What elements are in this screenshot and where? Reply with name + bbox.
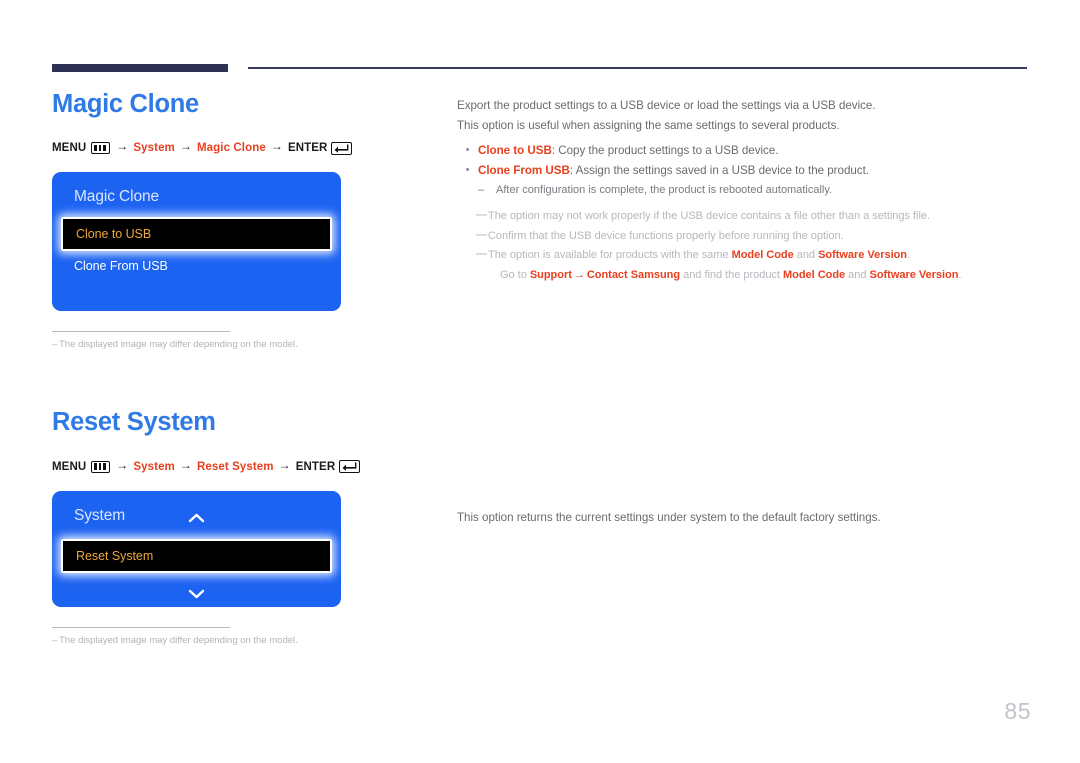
chevron-down-icon[interactable] — [52, 587, 341, 603]
breadcrumb-magic-clone: MENU → System → Magic Clone → ENTER — [52, 139, 442, 155]
line2-middle: and find the product — [680, 268, 783, 281]
term-software-version-2: Software Version — [869, 268, 959, 281]
footnote-text-row: – The displayed image may differ dependin… — [52, 635, 298, 647]
osd-row-list: Clone to USB Clone From USB — [52, 216, 341, 281]
menu-grid-icon — [91, 460, 111, 473]
menu-grid-icon — [91, 142, 111, 155]
header-rule-thin — [248, 67, 1027, 69]
breadcrumb-path-system[interactable]: System — [133, 461, 175, 473]
line2-and: and — [845, 268, 870, 281]
bullet-term: Clone From USB — [478, 164, 570, 178]
osd-title: Magic Clone — [74, 188, 160, 206]
term-model-code-2: Model Code — [783, 268, 846, 281]
note-model-line2: Go to Support → Contact Samsung and find t… — [500, 269, 962, 281]
note-model-middle: and — [793, 249, 819, 262]
breadcrumb-arrow-2: → — [179, 457, 192, 472]
breadcrumb-reset-system: MENU → System → Reset System → ENTER — [52, 457, 442, 474]
bullet-term: Clone to USB — [478, 143, 552, 157]
sub-note-text: After configuration is complete, the pro… — [496, 184, 833, 197]
header-rule — [52, 64, 1027, 74]
left-column: Magic Clone MENU → System → Magic Clone … — [52, 90, 442, 646]
line2-arrow-icon: → — [573, 268, 585, 281]
breadcrumb-path-reset-system[interactable]: Reset System — [197, 461, 274, 473]
header-rule-thick — [52, 64, 228, 72]
line2-suffix: . — [958, 268, 962, 281]
osd-row-reset-system[interactable]: Reset System — [61, 539, 332, 574]
sub-note: – After configuration is complete, the p… — [478, 181, 1032, 201]
osd-row-list: Reset System — [52, 539, 341, 574]
footnote-dash: – — [52, 339, 58, 351]
footnote-reset-system: – The displayed image may differ dependin… — [52, 627, 298, 647]
breadcrumb-enter-label: ENTER — [287, 142, 328, 155]
breadcrumb-arrow-2: → — [179, 139, 192, 154]
breadcrumb-arrow-1: → — [116, 457, 129, 472]
breadcrumb-menu-label: MENU — [52, 460, 87, 473]
line2-prefix: Go to — [500, 268, 530, 281]
footnote-rule — [52, 330, 230, 333]
note-dash: — — [476, 228, 487, 241]
list-item: • Clone to USB: Copy the product setting… — [457, 141, 1032, 161]
description-paragraph-1: This option returns the current settings… — [457, 510, 881, 524]
footnote-text-row: – The displayed image may differ dependin… — [52, 339, 298, 351]
osd-bottom-padding — [52, 281, 341, 311]
note-model-suffix: . — [907, 249, 911, 262]
bullet-dot: • — [465, 164, 470, 177]
note-model-content: The option is available for products wit… — [488, 246, 962, 285]
note-text: Confirm that the USB device functions pr… — [488, 229, 844, 242]
term-contact-samsung[interactable]: Contact Samsung — [587, 269, 680, 281]
description-paragraph-1: Export the product settings to a USB dev… — [457, 99, 876, 112]
breadcrumb-enter-label: ENTER — [295, 460, 336, 473]
note-dash: — — [476, 209, 487, 222]
breadcrumb-menu-label: MENU — [52, 142, 87, 155]
document-page: Magic Clone MENU → System → Magic Clone … — [0, 0, 1080, 763]
enter-key-icon — [331, 141, 353, 155]
footnote-magic-clone: – The displayed image may differ dependin… — [52, 330, 298, 351]
list-item: • Clone From USB: Assign the settings sa… — [457, 161, 1032, 181]
note-item: — The option may not work properly if th… — [476, 207, 1032, 227]
breadcrumb-path-system[interactable]: System — [133, 142, 175, 154]
page-title-magic-clone: Magic Clone — [52, 90, 199, 118]
osd-row-clone-from-usb[interactable]: Clone From USB — [52, 251, 341, 281]
term-support[interactable]: Support — [530, 269, 572, 281]
footnote-text: The displayed image may differ depending… — [59, 635, 298, 647]
note-list: — The option may not work properly if th… — [457, 207, 1032, 285]
footnote-dash: – — [52, 635, 58, 647]
bullet-rest: : Assign the settings saved in a USB dev… — [569, 164, 869, 178]
page-title-reset-system: Reset System — [52, 408, 216, 437]
sub-note-dash: – — [478, 184, 485, 197]
osd-panel-reset-system: System Reset System — [52, 490, 341, 608]
footnote-text: The displayed image may differ depending… — [59, 339, 298, 351]
note-dash: — — [476, 248, 487, 261]
breadcrumb-arrow-3: → — [270, 139, 283, 154]
osd-panel-magic-clone: Magic Clone Clone to USB Clone From USB — [52, 172, 341, 311]
footnote-rule — [52, 627, 230, 629]
right-column: Export the product settings to a USB dev… — [457, 96, 1032, 527]
page-number: 85 — [1004, 698, 1031, 724]
note-item: — Confirm that the USB device functions … — [476, 227, 1032, 247]
note-model-prefix: The option is available for products wit… — [488, 249, 732, 262]
section-magic-clone: Magic Clone MENU → System → Magic Clone … — [52, 90, 442, 350]
description-paragraph-2: This option is useful when assigning the… — [457, 118, 840, 132]
bullet-list: • Clone to USB: Copy the product setting… — [457, 141, 1032, 182]
description-magic-clone: Export the product settings to a USB dev… — [457, 96, 1032, 286]
term-software-version: Software Version — [818, 249, 908, 262]
term-model-code: Model Code — [731, 249, 794, 262]
breadcrumb-path-magic-clone[interactable]: Magic Clone — [197, 142, 266, 154]
section-reset-system: Reset System MENU → System → Reset Syste… — [52, 408, 442, 646]
osd-row-clone-to-usb[interactable]: Clone to USB — [61, 216, 332, 251]
breadcrumb-arrow-1: → — [116, 139, 129, 154]
bullet-rest: : Copy the product settings to a USB dev… — [551, 143, 779, 157]
description-reset-system: This option returns the current settings… — [457, 508, 1032, 528]
bullet-content: Clone From USB: Assign the settings save… — [478, 161, 869, 181]
note-text: The option may not work properly if the … — [488, 210, 931, 223]
note-item-model-code: — The option is available for products w… — [476, 246, 1032, 285]
enter-key-icon — [339, 460, 361, 474]
bullet-content: Clone to USB: Copy the product settings … — [478, 141, 778, 161]
bullet-dot: • — [465, 143, 470, 156]
breadcrumb-arrow-3: → — [278, 457, 291, 472]
